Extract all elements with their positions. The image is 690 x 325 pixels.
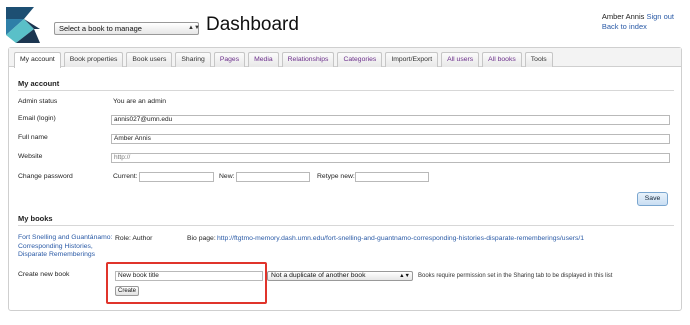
email-label: Email (login) [18,115,56,122]
highlight-box [106,262,267,304]
new-password-label: New: [219,173,235,180]
user-name: Amber Annis [601,12,645,21]
new-book-title-field[interactable]: New book title [115,271,263,281]
bio-page-label: Bio page: [187,235,216,242]
tab-pages[interactable]: Pages [213,52,246,67]
retype-password-field[interactable] [355,172,429,182]
book-link-line: Disparate Rememberings [18,251,96,258]
admin-status-label: Admin status [18,98,58,105]
new-password-field[interactable] [236,172,310,182]
current-password-label: Current: [113,173,138,180]
user-block: Amber Annis Sign out Back to index [602,12,674,32]
tab-my-account[interactable]: My account [14,52,61,68]
duplicate-book-select[interactable]: Not a duplicate of another book ▲▼ [267,271,413,281]
website-field[interactable]: http:// [111,153,670,163]
tab-media[interactable]: Media [248,52,279,67]
book-link-line: Fort Snelling and Guantánamo: [18,234,113,241]
sharing-note: Books require permission set in the Shar… [418,273,613,279]
dashboard-panel: My account Book properties Book users Sh… [8,47,682,311]
tab-relationships[interactable]: Relationships [281,52,335,67]
website-label: Website [18,153,43,160]
full-name-field[interactable]: Amber Annis [111,134,670,144]
duplicate-book-select-value: Not a duplicate of another book [271,272,366,279]
book-select-value: Select a book to manage [59,24,142,33]
save-button[interactable]: Save [637,192,668,206]
current-password-field[interactable] [139,172,214,182]
tab-book-properties[interactable]: Book properties [63,52,124,67]
retype-password-label: Retype new: [317,173,355,180]
email-field[interactable]: annis027@umn.edu [111,115,670,125]
tab-sharing[interactable]: Sharing [175,52,211,67]
divider [18,90,674,91]
admin-status-value: You are an admin [113,98,167,105]
divider [18,225,674,226]
back-to-index-link[interactable]: Back to index [602,22,674,32]
tab-all-books[interactable]: All books [482,52,522,67]
my-account-heading: My account [18,79,60,88]
full-name-label: Full name [18,134,48,141]
sign-out-link[interactable]: Sign out [646,12,674,21]
app-logo [6,7,40,43]
book-role: Role: Author [115,235,153,242]
tab-categories[interactable]: Categories [337,52,383,67]
tab-tools[interactable]: Tools [524,52,553,67]
tab-book-users[interactable]: Book users [126,52,173,67]
bio-page-link[interactable]: http://ftgtmo-memory.dash.umn.edu/fort-s… [217,235,584,242]
book-link-line: Corresponding Histories, [18,242,93,250]
page-title: Dashboard [206,14,299,35]
book-select[interactable]: Select a book to manage ▲▼ [54,22,200,35]
tab-bar: My account Book properties Book users Sh… [9,48,681,68]
my-books-heading: My books [18,214,53,223]
create-book-button[interactable]: Create [115,286,139,296]
book-link[interactable]: Fort Snelling and Guantánamo: Correspond… [18,234,112,260]
create-new-book-label: Create new book [18,271,70,278]
chevron-down-icon: ▲▼ [399,273,410,279]
chevron-down-icon: ▲▼ [188,25,200,31]
tab-import-export[interactable]: Import/Export [385,52,439,67]
tab-all-users[interactable]: All users [441,52,480,67]
change-password-label: Change password [18,173,73,180]
